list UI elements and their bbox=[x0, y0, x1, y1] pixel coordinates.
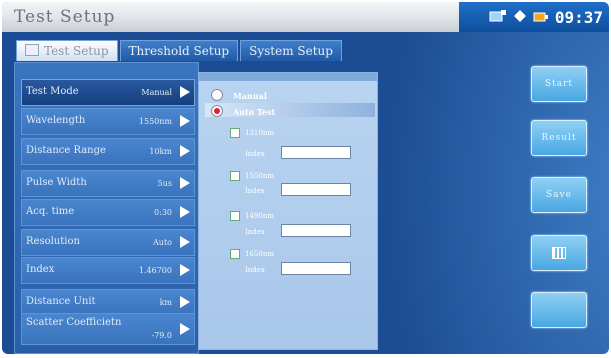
setting-value: Manual bbox=[141, 88, 172, 97]
arrow-right-icon bbox=[180, 296, 190, 308]
tab-test-setup[interactable]: Test Setup bbox=[16, 40, 118, 61]
setting-resolution[interactable]: Resolution Auto bbox=[21, 229, 195, 256]
checkbox-1550nm[interactable] bbox=[230, 171, 240, 181]
usb-icon bbox=[489, 8, 507, 27]
checkbox-label: 1490nm bbox=[245, 212, 274, 220]
folder-icon bbox=[25, 44, 39, 56]
setting-value: -79.0 bbox=[151, 331, 172, 340]
setting-label: Test Mode bbox=[26, 86, 79, 97]
arrow-right-icon bbox=[180, 145, 190, 157]
setting-value: Auto bbox=[153, 238, 172, 247]
auto-test-row[interactable] bbox=[205, 103, 375, 117]
setting-label: Pulse Width bbox=[26, 177, 87, 188]
setting-value: 0:30 bbox=[154, 208, 172, 217]
setting-scatter-coefficient[interactable]: Scatter Coefficietn -79.0 bbox=[21, 313, 195, 345]
setting-pulse-width[interactable]: Pulse Width 5us bbox=[21, 170, 195, 197]
setting-label: Acq. time bbox=[26, 206, 75, 217]
setting-index[interactable]: Index 1.46700 bbox=[21, 257, 195, 284]
window-title: Test Setup bbox=[14, 7, 116, 27]
radio-manual[interactable] bbox=[211, 89, 223, 101]
setting-wavelength[interactable]: Wavelength 1550nm bbox=[21, 108, 195, 135]
setting-value: 10km bbox=[149, 147, 172, 156]
setting-value: 1550nm bbox=[138, 117, 172, 126]
setting-label: Index bbox=[26, 264, 55, 275]
arrow-right-icon bbox=[180, 115, 190, 127]
setting-label: Wavelength bbox=[26, 115, 86, 126]
setting-distance-range[interactable]: Distance Range 10km bbox=[21, 138, 195, 165]
index-input-1650nm[interactable] bbox=[281, 262, 351, 275]
setting-value: km bbox=[159, 298, 172, 307]
setting-value: 1.46700 bbox=[138, 266, 172, 275]
blank-button[interactable] bbox=[531, 292, 587, 328]
setting-label: Scatter Coefficietn bbox=[26, 317, 122, 328]
checkbox-1490nm[interactable] bbox=[230, 211, 240, 221]
plug-icon bbox=[513, 8, 527, 27]
arrow-right-icon bbox=[180, 264, 190, 276]
radio-auto-test-label: Auto Test bbox=[233, 107, 276, 117]
oscilloscope-screen: Test Setup 09:37 Test Setup Threshold Se… bbox=[2, 2, 609, 354]
setting-label: Distance Range bbox=[26, 145, 106, 156]
start-button[interactable]: Start bbox=[531, 66, 587, 102]
tab-label: Threshold Setup bbox=[128, 44, 230, 58]
index-label: Index bbox=[245, 150, 265, 158]
tab-threshold-setup[interactable]: Threshold Setup bbox=[119, 40, 239, 61]
tab-system-setup[interactable]: System Setup bbox=[240, 40, 342, 61]
index-input-1490nm[interactable] bbox=[281, 224, 351, 237]
setting-value: 5us bbox=[157, 179, 172, 188]
setting-test-mode[interactable]: Test Mode Manual bbox=[21, 79, 195, 106]
arrow-right-icon bbox=[180, 206, 190, 218]
radio-auto-test[interactable] bbox=[211, 105, 223, 117]
checkbox-label: 1310nm bbox=[245, 129, 274, 137]
calculator-icon bbox=[552, 246, 566, 259]
index-label: Index bbox=[245, 187, 265, 195]
clock: 09:37 bbox=[554, 7, 603, 27]
settings-panel: Test Mode Manual Wavelength 1550nm Dista… bbox=[14, 62, 199, 354]
arrow-right-icon bbox=[180, 177, 190, 189]
result-button[interactable]: Result bbox=[531, 120, 587, 156]
tab-bar: Test Setup Threshold Setup System Setup bbox=[16, 40, 342, 61]
index-label: Index bbox=[245, 266, 265, 274]
arrow-right-icon bbox=[180, 86, 190, 98]
arrow-right-icon bbox=[180, 323, 190, 335]
calculator-button[interactable] bbox=[531, 235, 587, 271]
radio-manual-label: Manual bbox=[233, 91, 267, 101]
index-input-1550nm[interactable] bbox=[281, 183, 351, 196]
checkbox-1650nm[interactable] bbox=[230, 249, 240, 259]
checkbox-1310nm[interactable] bbox=[230, 128, 240, 138]
battery-icon bbox=[533, 8, 549, 27]
setting-label: Resolution bbox=[26, 236, 80, 247]
tab-label: Test Setup bbox=[44, 44, 109, 58]
panel-header-strip bbox=[199, 73, 377, 81]
arrow-right-icon bbox=[180, 236, 190, 248]
checkbox-label: 1650nm bbox=[245, 250, 274, 258]
status-bar: 09:37 bbox=[459, 2, 609, 32]
index-input-1310nm[interactable] bbox=[281, 146, 351, 159]
test-mode-panel: Manual Auto Test 1310nm Index 1550nm Ind… bbox=[198, 72, 378, 350]
save-button[interactable]: Save bbox=[531, 177, 587, 213]
setting-acq-time[interactable]: Acq. time 0:30 bbox=[21, 199, 195, 226]
index-label: Index bbox=[245, 228, 265, 236]
title-bar: Test Setup 09:37 bbox=[2, 2, 609, 32]
tab-label: System Setup bbox=[249, 44, 333, 58]
setting-label: Distance Unit bbox=[26, 296, 96, 307]
setting-distance-unit[interactable]: Distance Unit km bbox=[21, 289, 195, 316]
checkbox-label: 1550nm bbox=[245, 172, 274, 180]
